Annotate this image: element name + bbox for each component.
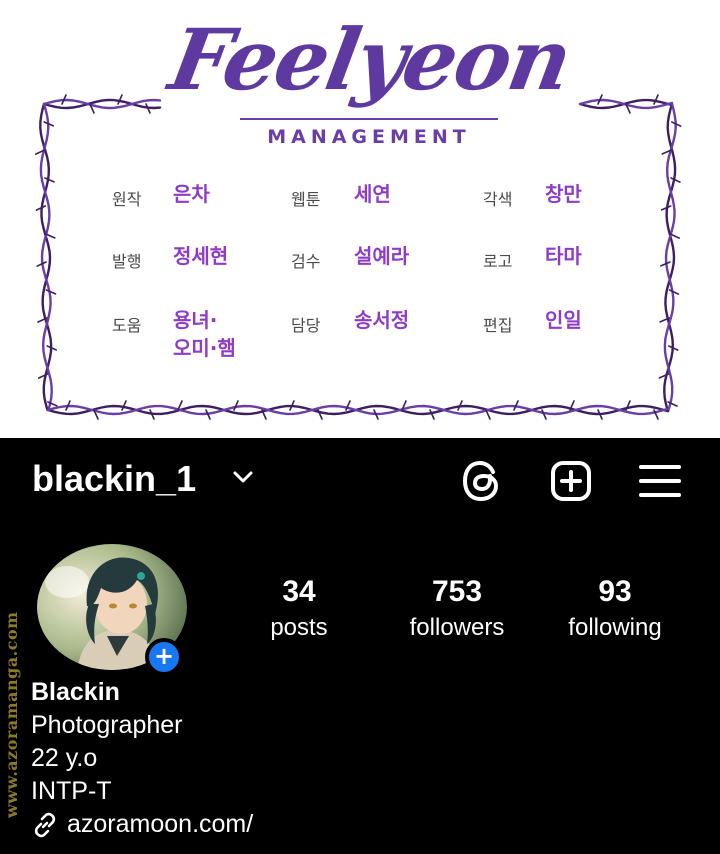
chevron-down-icon[interactable]	[232, 470, 254, 484]
credit-role-webtoon: 웹툰	[291, 190, 321, 209]
credit-name-adaptation: 창만	[545, 182, 582, 206]
site-watermark: www.azoramanga.com	[2, 611, 21, 819]
threads-icon[interactable]	[460, 459, 504, 503]
credit-name-review: 설예라	[354, 244, 410, 268]
add-story-button[interactable]: +	[145, 638, 183, 676]
credit-name-manager: 송서정	[354, 308, 410, 332]
logo-script: Feelyeon	[162, 10, 578, 109]
credit-name-webtoon: 세연	[354, 182, 391, 206]
profile-display-name: Blackin	[31, 678, 120, 706]
credit-role-adaptation: 각색	[483, 190, 513, 209]
credit-name-original: 은차	[173, 182, 210, 206]
credit-role-manager: 담당	[291, 316, 321, 335]
logo-subtitle: MANAGEMENT	[267, 126, 471, 148]
stat-followers[interactable]: 753 followers	[382, 574, 532, 646]
credit-name-assist-1: 용녀·	[173, 308, 218, 332]
followers-label: followers	[409, 614, 505, 641]
credit-role-editing: 편집	[483, 316, 513, 335]
bio-line-age: 22 y.o	[31, 744, 98, 772]
credits-panel: Feelyeon MANAGEMENT 원작 은차 웹툰 세연 각색 창만 발행…	[0, 0, 720, 438]
posts-label: posts	[270, 614, 328, 641]
credit-role-original: 원작	[112, 190, 142, 209]
bio-line-personality: INTP-T	[31, 777, 112, 805]
posts-count: 34	[282, 575, 316, 608]
credit-role-publisher: 발행	[112, 252, 142, 271]
following-label: following	[568, 614, 662, 641]
profile-avatar[interactable]: +	[37, 544, 187, 676]
profile-username[interactable]: blackin_1	[32, 458, 196, 500]
bio-link[interactable]: azoramoon.com/	[31, 808, 253, 841]
bio-link-text[interactable]: azoramoon.com/	[67, 810, 253, 839]
following-count: 93	[598, 575, 632, 608]
logo-underline	[240, 118, 498, 120]
stat-following[interactable]: 93 following	[540, 574, 690, 646]
bio-line-occupation: Photographer	[31, 711, 183, 739]
plus-icon: +	[153, 642, 175, 670]
followers-count: 753	[431, 575, 483, 608]
credit-name-publisher: 정세현	[173, 244, 229, 268]
add-post-icon[interactable]	[549, 459, 593, 503]
credit-role-assist: 도움	[112, 316, 142, 335]
link-icon	[34, 812, 56, 837]
stat-posts[interactable]: 34 posts	[224, 574, 374, 646]
credit-name-assist-2: 오미·햄	[173, 336, 236, 360]
hamburger-menu-icon[interactable]	[638, 462, 682, 500]
profile-screen: blackin_1 + 34 posts 753 followers 93 fo…	[0, 438, 720, 854]
credit-name-logo: 타마	[545, 244, 582, 268]
credit-role-review: 검수	[291, 252, 321, 271]
credit-role-logo: 로고	[483, 252, 513, 271]
credit-name-editing: 인일	[545, 308, 582, 332]
